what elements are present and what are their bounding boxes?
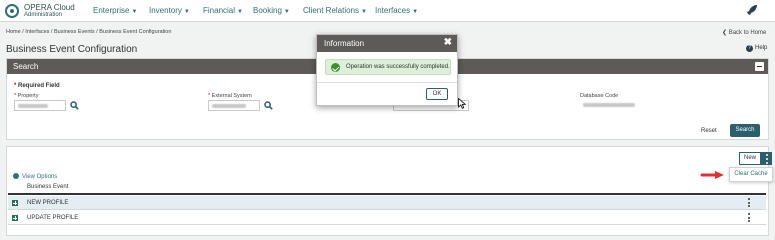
table-header-divider: [8, 193, 766, 195]
opera-logo-icon: [5, 4, 19, 18]
dialog-header: Information ✖: [317, 35, 457, 52]
back-label: Back to Home: [728, 30, 767, 36]
logo-subtitle: Administration: [24, 12, 63, 18]
rocket-icon[interactable]: [746, 4, 758, 16]
property-input[interactable]: [14, 100, 66, 111]
database-code-label: Database Code: [580, 93, 619, 99]
property-label-text: Property: [17, 93, 39, 99]
dialog-divider: [317, 82, 457, 83]
menu-financial[interactable]: Financial ▼: [203, 6, 243, 15]
opera-cloud-logo[interactable]: OPERA Cloud Administration: [5, 2, 85, 20]
back-to-home-link[interactable]: ❮ Back to Home: [722, 29, 766, 36]
view-options-link[interactable]: View Options: [13, 173, 57, 180]
dialog-title: Information: [324, 39, 365, 48]
help-link[interactable]: ? Help: [746, 45, 767, 52]
success-message: Operation was successfully completed.: [325, 59, 451, 75]
caret-down-icon: ▼: [183, 9, 190, 15]
menu-inventory[interactable]: Inventory ▼: [149, 6, 190, 15]
menu-label: Interfaces: [375, 6, 411, 15]
menu-label: Inventory: [149, 6, 182, 15]
breadcrumb[interactable]: Home / Interfaces / Business Events / Bu…: [6, 29, 171, 35]
check-circle-icon: [331, 63, 340, 72]
message-text: Operation was successfully completed.: [346, 64, 450, 70]
page-title: Business Event Configuration: [6, 44, 138, 55]
logo-title: OPERA Cloud: [24, 3, 75, 12]
new-more-options-icon[interactable]: [761, 152, 772, 165]
caret-down-icon: ▼: [131, 9, 138, 15]
information-dialog: Information ✖ Operation was successfully…: [316, 34, 458, 106]
search-button[interactable]: Search: [730, 124, 760, 137]
menu-label: Client Relations: [303, 6, 360, 15]
table-row[interactable]: UPDATE PROFILE: [8, 211, 766, 225]
view-options-label: View Options: [22, 174, 58, 180]
menu-booking[interactable]: Booking ▼: [253, 6, 290, 15]
menu-enterprise[interactable]: Enterprise ▼: [93, 6, 137, 15]
required-field-note: * Required Field: [14, 83, 60, 89]
column-header-business-event[interactable]: Business Event: [27, 184, 68, 190]
new-button[interactable]: New: [739, 152, 761, 165]
annotation-arrow-icon: [700, 171, 724, 179]
redacted-value: [583, 103, 635, 107]
required-label: Required Field: [18, 83, 60, 89]
search-icon[interactable]: [264, 101, 273, 110]
menu-label: Financial: [203, 6, 236, 15]
external-system-label: * External System: [208, 93, 252, 99]
caret-down-icon: ▼: [283, 9, 290, 15]
search-panel-title: Search: [13, 62, 39, 71]
menu-label: Booking: [253, 6, 282, 15]
top-nav-bar: OPERA Cloud Administration Enterprise ▼ I…: [0, 0, 775, 22]
caret-down-icon: ▼: [237, 9, 243, 15]
clear-cache-menu-item[interactable]: Clear Cache: [729, 167, 773, 182]
expand-icon[interactable]: [12, 215, 18, 221]
row-label: UPDATE PROFILE: [27, 215, 79, 221]
collapse-icon[interactable]: [755, 62, 764, 71]
redacted-value: [18, 104, 48, 108]
row-label: NEW PROFILE: [27, 200, 69, 206]
property-label: * Property: [14, 93, 39, 99]
caret-down-icon: ▼: [412, 9, 419, 15]
close-icon[interactable]: ✖: [444, 37, 452, 48]
search-icon[interactable]: [70, 101, 79, 110]
external-system-input[interactable]: [208, 100, 260, 111]
table-row[interactable]: NEW PROFILE: [8, 196, 766, 210]
menu-label: Enterprise: [93, 6, 130, 15]
database-code-value: [580, 100, 656, 111]
expand-icon[interactable]: [12, 200, 18, 206]
menu-client-relations[interactable]: Client Relations ▼: [303, 6, 367, 15]
redacted-value: [212, 104, 246, 108]
help-icon: ?: [746, 45, 753, 52]
row-actions-kebab-icon[interactable]: [747, 198, 750, 209]
ok-button[interactable]: OK: [426, 88, 448, 100]
row-actions-kebab-icon[interactable]: [747, 213, 750, 224]
external-system-label-text: External System: [211, 93, 252, 99]
reset-link[interactable]: Reset: [701, 128, 717, 134]
help-label: Help: [755, 45, 768, 51]
caret-down-icon: ▼: [361, 9, 367, 15]
chevron-left-icon: ❮: [722, 30, 729, 36]
gear-icon: [13, 173, 19, 179]
menu-interfaces[interactable]: Interfaces ▼: [375, 6, 418, 15]
mouse-cursor-icon: [458, 98, 466, 109]
